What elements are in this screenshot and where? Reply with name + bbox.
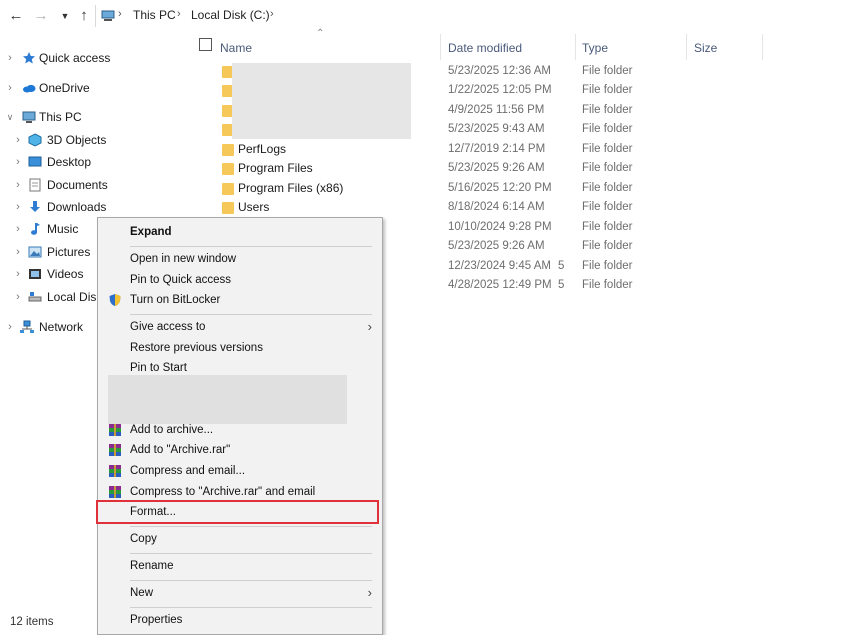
chevron-right-icon[interactable]: ›: [12, 219, 24, 239]
menu-item-properties[interactable]: Properties: [98, 610, 382, 630]
chevron-down-icon[interactable]: ∨: [4, 107, 16, 127]
table-row[interactable]: Users 8/18/2024 6:14 AM File folder: [186, 198, 850, 217]
column-header-name[interactable]: Name: [220, 36, 252, 60]
menu-separator: [130, 246, 372, 247]
back-button[interactable]: ←: [6, 6, 26, 26]
breadcrumb-local-disk[interactable]: Local Disk (C:): [191, 8, 270, 22]
recent-locations-chevron-icon[interactable]: ▼: [55, 6, 75, 26]
sidebar-item-local-disk[interactable]: › Local Disk: [12, 287, 97, 307]
menu-item-bitlocker[interactable]: Turn on BitLocker: [98, 290, 382, 310]
chevron-right-icon[interactable]: ›: [4, 48, 16, 68]
desktop-icon: [28, 156, 42, 167]
context-menu: Expand Open in new window Pin to Quick a…: [97, 217, 383, 635]
column-divider[interactable]: [762, 34, 763, 60]
menu-separator: [130, 553, 372, 554]
menu-item-pin-quick-access[interactable]: Pin to Quick access: [98, 270, 382, 290]
menu-item-restore-versions[interactable]: Restore previous versions: [98, 338, 382, 358]
column-header-date[interactable]: Date modified: [448, 36, 522, 60]
winrar-icon: [109, 444, 121, 456]
chevron-right-icon[interactable]: ›: [4, 317, 16, 337]
submenu-arrow-icon: ›: [367, 585, 372, 600]
chevron-right-icon[interactable]: ›: [12, 197, 24, 217]
chevron-right-icon[interactable]: ›: [12, 130, 24, 150]
menu-item-give-access[interactable]: Give access to ›: [98, 317, 382, 337]
winrar-icon: [109, 424, 121, 436]
folder-icon: [222, 144, 234, 156]
column-divider[interactable]: [575, 34, 576, 60]
column-header-type[interactable]: Type: [582, 36, 608, 60]
breadcrumb-this-pc[interactable]: This PC: [133, 8, 176, 22]
menu-separator: [130, 580, 372, 581]
table-row[interactable]: Program Files 5/23/2025 9:26 AM File fol…: [186, 159, 850, 178]
drive-icon: [28, 292, 42, 302]
menu-separator: [130, 607, 372, 608]
breadcrumb[interactable]: › This PC › Local Disk (C:) ›: [95, 5, 850, 27]
column-header-size[interactable]: Size: [694, 36, 717, 60]
up-button[interactable]: ↑: [74, 6, 94, 26]
sort-ascending-icon: ⌃: [316, 28, 325, 39]
redacted-menu-area: [108, 375, 347, 424]
column-divider[interactable]: [686, 34, 687, 60]
shield-icon: [109, 294, 121, 306]
submenu-arrow-icon: ›: [367, 319, 372, 334]
menu-separator: [130, 526, 372, 527]
download-icon: [30, 201, 40, 212]
menu-item-rename[interactable]: Rename: [98, 556, 382, 576]
chevron-right-icon[interactable]: ›: [12, 287, 24, 307]
menu-item-new[interactable]: New ›: [98, 583, 382, 603]
music-icon: [31, 223, 40, 235]
table-row[interactable]: PerfLogs 12/7/2019 2:14 PM File folder: [186, 140, 850, 159]
computer-icon: [22, 111, 36, 123]
chevron-right-icon[interactable]: ›: [12, 175, 24, 195]
video-icon: [29, 269, 41, 279]
picture-icon: [28, 246, 42, 258]
chevron-right-icon[interactable]: ›: [12, 264, 24, 284]
menu-item-expand[interactable]: Expand: [98, 222, 382, 242]
folder-icon: [222, 183, 234, 195]
chevron-right-icon[interactable]: ›: [118, 8, 122, 20]
select-all-checkbox[interactable]: [199, 38, 212, 51]
cube-icon: [28, 133, 42, 147]
folder-icon: [222, 202, 234, 214]
status-item-count: 12 items: [10, 616, 54, 628]
computer-icon: [101, 10, 115, 21]
cloud-icon: [23, 84, 36, 93]
document-icon: [29, 178, 41, 192]
folder-icon: [222, 163, 234, 175]
winrar-icon: [109, 465, 121, 477]
menu-item-compress-rar-email[interactable]: Compress to "Archive.rar" and email: [98, 482, 382, 502]
winrar-icon: [109, 486, 121, 498]
menu-item-add-archive-rar[interactable]: Add to "Archive.rar": [98, 440, 382, 460]
chevron-right-icon[interactable]: ›: [177, 8, 181, 20]
menu-item-open-new-window[interactable]: Open in new window: [98, 249, 382, 269]
chevron-right-icon[interactable]: ›: [270, 8, 274, 20]
forward-button[interactable]: →: [31, 6, 51, 26]
chevron-right-icon[interactable]: ›: [12, 152, 24, 172]
menu-item-add-archive[interactable]: Add to archive...: [98, 420, 382, 440]
address-bar: ← → ▼ ↑ › This PC › Local Disk (C:) ›: [0, 0, 850, 32]
column-divider[interactable]: [440, 34, 441, 60]
menu-item-copy[interactable]: Copy: [98, 529, 382, 549]
menu-separator: [130, 314, 372, 315]
format-highlight-box: [96, 500, 379, 524]
chevron-right-icon[interactable]: ›: [4, 78, 16, 98]
chevron-right-icon[interactable]: ›: [12, 242, 24, 262]
menu-item-compress-email[interactable]: Compress and email...: [98, 461, 382, 481]
table-row[interactable]: Program Files (x86) 5/16/2025 12:20 PM F…: [186, 179, 850, 198]
redacted-area: [232, 63, 411, 139]
star-icon: [23, 52, 35, 64]
network-icon: [20, 320, 34, 333]
